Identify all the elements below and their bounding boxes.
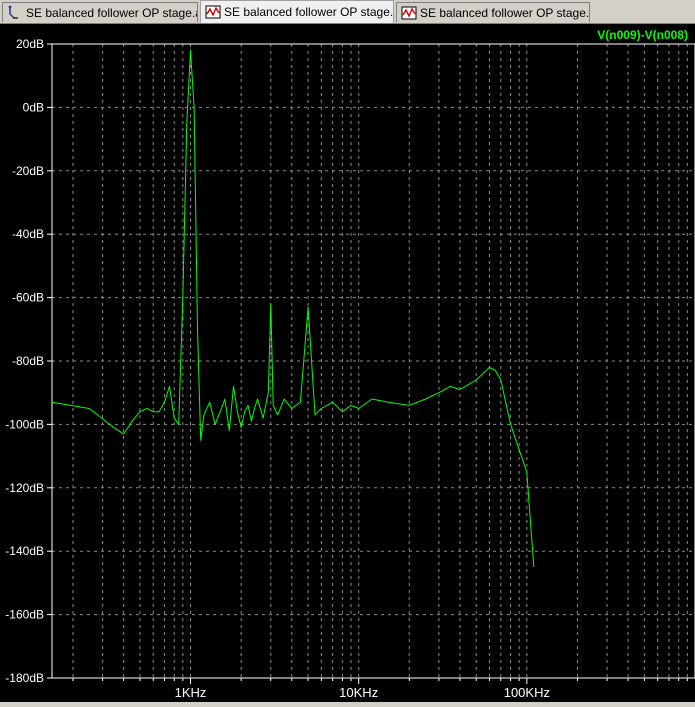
- y-tick-label: -120dB: [5, 481, 44, 495]
- y-tick-label: -100dB: [5, 417, 44, 431]
- y-tick-label: -160dB: [5, 608, 44, 622]
- y-tick-label: 0dB: [23, 100, 44, 114]
- tab-label: SE balanced follower OP stage.raw: [420, 5, 590, 20]
- y-tick-label: 20dB: [16, 37, 44, 51]
- schematic-icon: [8, 5, 18, 19]
- tab-bar: SE balanced follower OP stage.asc SE bal…: [0, 0, 695, 24]
- plot-grid: [51, 43, 695, 679]
- y-tick-label: -20dB: [12, 164, 44, 178]
- y-tick-label: -40dB: [12, 227, 44, 241]
- tab-schematic-asc[interactable]: SE balanced follower OP stage.asc: [2, 2, 198, 22]
- trace-v-n009-v-n008[interactable]: [51, 49, 535, 568]
- x-tick-label: 1KHz: [175, 685, 207, 700]
- tab-label: SE balanced follower OP stage.asc: [26, 5, 198, 20]
- y-tick-label: -80dB: [12, 354, 44, 368]
- fft-chart[interactable]: 20dB 0dB -20dB -40dB -60dB -80dB -100dB -120dB -…: [0, 24, 695, 702]
- waveform-icon: [401, 6, 417, 19]
- y-axis: 20dB 0dB -20dB -40dB -60dB -80dB -100dB -120dB -…: [5, 37, 52, 685]
- tab-label: SE balanced follower OP stage.fft: [224, 5, 394, 19]
- y-tick-label: -60dB: [12, 291, 44, 305]
- y-tick-label: -140dB: [5, 544, 44, 558]
- x-tick-label: 100KHz: [504, 685, 550, 700]
- x-tick-label: 10KHz: [339, 685, 378, 700]
- tab-fft[interactable]: SE balanced follower OP stage.fft: [200, 0, 394, 23]
- x-axis: 1KHz 10KHz 100KHz: [72, 678, 688, 700]
- waveform-icon: [205, 5, 221, 19]
- y-tick-label: -180dB: [5, 671, 44, 685]
- waveform-plot-pane[interactable]: 20dB 0dB -20dB -40dB -60dB -80dB -100dB -120dB -…: [0, 24, 695, 702]
- tab-raw[interactable]: SE balanced follower OP stage.raw: [396, 2, 590, 22]
- trace-label[interactable]: V(n009)-V(n008): [597, 28, 688, 42]
